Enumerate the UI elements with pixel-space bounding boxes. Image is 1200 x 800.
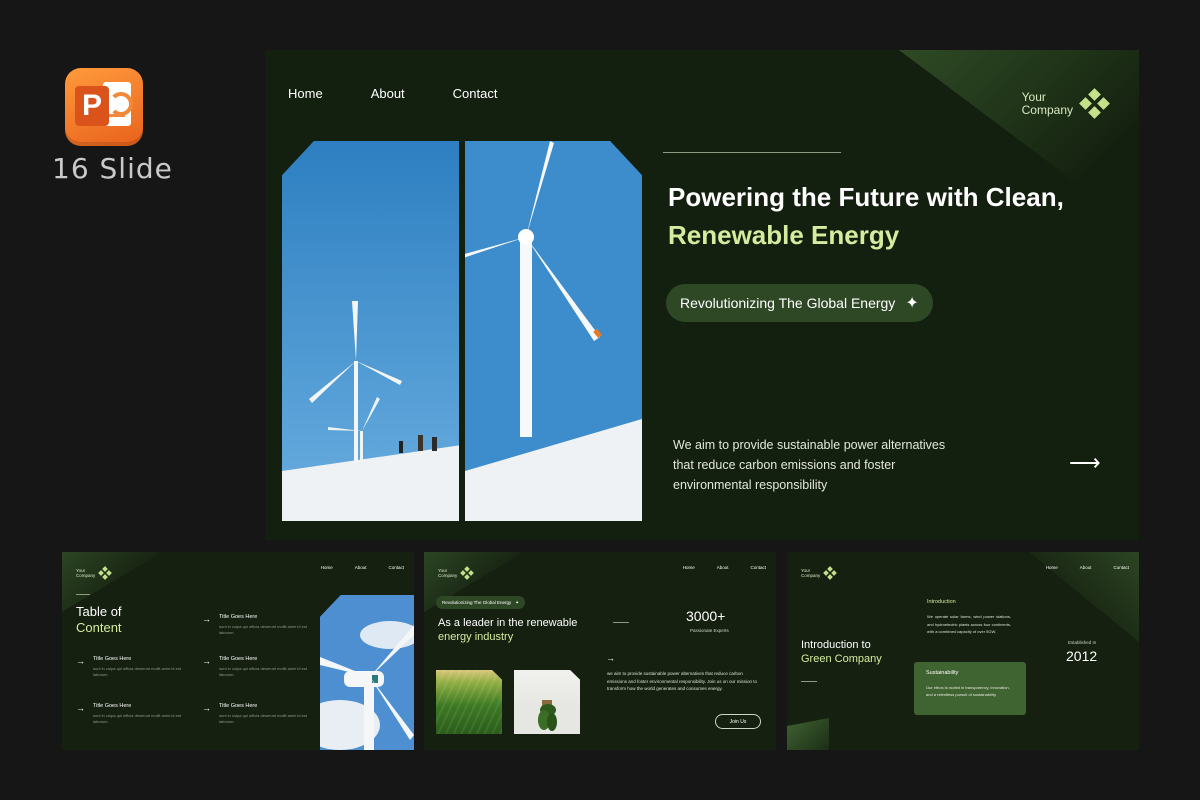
established-year: 2012 [1066, 648, 1098, 664]
nav-home[interactable]: Home [288, 86, 323, 101]
decorative-shape [787, 718, 829, 750]
thumbnail-leader-slide[interactable]: Your Company Home About Contact Revolutio… [424, 552, 776, 750]
thumb-nav: Home About Contact [321, 565, 404, 570]
stat-label: Passionate Experts [690, 628, 729, 633]
arrow-right-icon: → [606, 653, 615, 663]
nav-contact[interactable]: Contact [453, 86, 498, 101]
nav-about[interactable]: About [1080, 565, 1092, 570]
arrow-right-icon: → [202, 614, 211, 624]
intro-heading: Introduction [927, 599, 956, 605]
description-paragraph: we aim to provide sustainable power alte… [607, 671, 757, 691]
main-headline: Powering the Future with Clean, Renewabl… [668, 178, 1064, 254]
preview-canvas: P 16 Slide Home About Contact Your Compan… [0, 0, 1200, 800]
toc-item-body: sunt in culpa qui officia deserunt molli… [219, 624, 307, 635]
slide-count-label: 16 Slide [52, 152, 173, 185]
slide-title: Introduction to Green Company [801, 638, 882, 666]
brand-logo: Your Company [1021, 88, 1110, 119]
diamond-logo-icon [823, 566, 838, 580]
divider-line [76, 594, 90, 595]
arrow-right-icon: → [76, 703, 85, 713]
brand-line2: Company [76, 573, 96, 578]
toc-item-heading: Title Goes Here [219, 656, 258, 662]
slide-title: Table of Content [76, 604, 122, 636]
nav-home[interactable]: Home [683, 565, 695, 570]
nav-about[interactable]: About [717, 565, 729, 570]
toc-item-body: sunt in culpa qui officia deserunt molli… [219, 666, 307, 677]
brand-line2: Company [1021, 103, 1073, 117]
brand-logo: Your Company [76, 566, 113, 580]
main-nav: Home About Contact [288, 86, 497, 101]
toc-item-body: sunt in culpa qui officia deserunt molli… [93, 713, 181, 724]
toc-item-heading: Title Goes Here [219, 614, 258, 620]
tagline-pill: Revolutionizing The Global Energy ✦ [666, 284, 933, 322]
title-line1: As a leader in the renewable [438, 617, 578, 629]
title-line1: Table of [76, 604, 122, 619]
arrow-right-icon[interactable]: ⟶ [1069, 450, 1101, 476]
title-line2: energy industry [438, 631, 514, 643]
main-description: We aim to provide sustainable power alte… [673, 438, 946, 492]
green-field-photo [436, 670, 502, 734]
wind-turbine-photo-right [465, 141, 642, 521]
sparkle-icon: ✦ [905, 295, 919, 312]
tagline-pill: Revolutionizing The Global Energy ✦ [436, 596, 525, 609]
brand-logo: Your Company [438, 566, 475, 580]
thumbnail-introduction[interactable]: Your Company Home About Contact Introduct… [787, 552, 1139, 750]
thumb-nav: Home About Contact [1046, 565, 1129, 570]
join-us-button[interactable]: Join Us [715, 714, 761, 729]
thumb-nav: Home About Contact [683, 565, 766, 570]
title-line2: Green Company [801, 653, 882, 665]
divider-line [801, 681, 817, 682]
brand-line2: Company [438, 573, 458, 578]
main-slide-preview[interactable]: Home About Contact Your Company Powering… [265, 50, 1139, 540]
headline-line1: Powering the Future with Clean, [668, 182, 1064, 212]
divider-line [613, 622, 629, 623]
toc-item-body: sunt in culpa qui officia deserunt molli… [93, 666, 181, 677]
nav-home[interactable]: Home [1046, 565, 1058, 570]
wind-turbine-photo-left [282, 141, 459, 521]
nav-contact[interactable]: Contact [1113, 565, 1129, 570]
diamond-logo-icon [1079, 88, 1110, 119]
pill-label: Revolutionizing The Global Energy [442, 600, 512, 605]
wind-turbine-photo [320, 595, 414, 750]
slide-title: As a leader in the renewable energy indu… [438, 616, 577, 644]
headline-line2: Renewable Energy [668, 220, 900, 250]
title-line2: Content [76, 620, 122, 635]
intro-body: We operate solar farms, wind power stati… [927, 614, 1011, 634]
stat-value: 3000+ [686, 608, 726, 624]
card-heading: Sustainability [926, 670, 959, 676]
arrow-right-icon: → [76, 656, 85, 666]
nav-about[interactable]: About [355, 565, 367, 570]
toc-item-heading: Title Goes Here [219, 703, 258, 709]
established-label: Established In [1068, 640, 1097, 645]
arrow-right-icon: → [202, 703, 211, 713]
nav-about[interactable]: About [371, 86, 405, 101]
brand-line2: Company [801, 573, 821, 578]
thumbnail-table-of-content[interactable]: Your Company Home About Contact Table of … [62, 552, 414, 750]
card-body: Our ethos is rooted in transparency, inn… [926, 685, 1010, 697]
toc-item-heading: Title Goes Here [93, 703, 132, 709]
sparkle-icon: ✦ [515, 599, 519, 605]
title-line1: Introduction to [801, 639, 871, 651]
brand-logo: Your Company [801, 566, 838, 580]
arrow-right-icon: → [202, 656, 211, 666]
powerpoint-icon: P [65, 68, 143, 146]
diamond-logo-icon [98, 566, 113, 580]
toc-item-heading: Title Goes Here [93, 656, 132, 662]
nav-contact[interactable]: Contact [388, 565, 404, 570]
pill-label: Revolutionizing The Global Energy [680, 295, 896, 311]
plant-photo [514, 670, 580, 734]
corner-gradient [62, 552, 162, 612]
divider-line [663, 152, 841, 153]
nav-contact[interactable]: Contact [750, 565, 766, 570]
toc-item-body: sunt in culpa qui officia deserunt molli… [219, 713, 307, 724]
sustainability-card: Sustainability Our ethos is rooted in tr… [914, 662, 1026, 715]
nav-home[interactable]: Home [321, 565, 333, 570]
diamond-logo-icon [460, 566, 475, 580]
